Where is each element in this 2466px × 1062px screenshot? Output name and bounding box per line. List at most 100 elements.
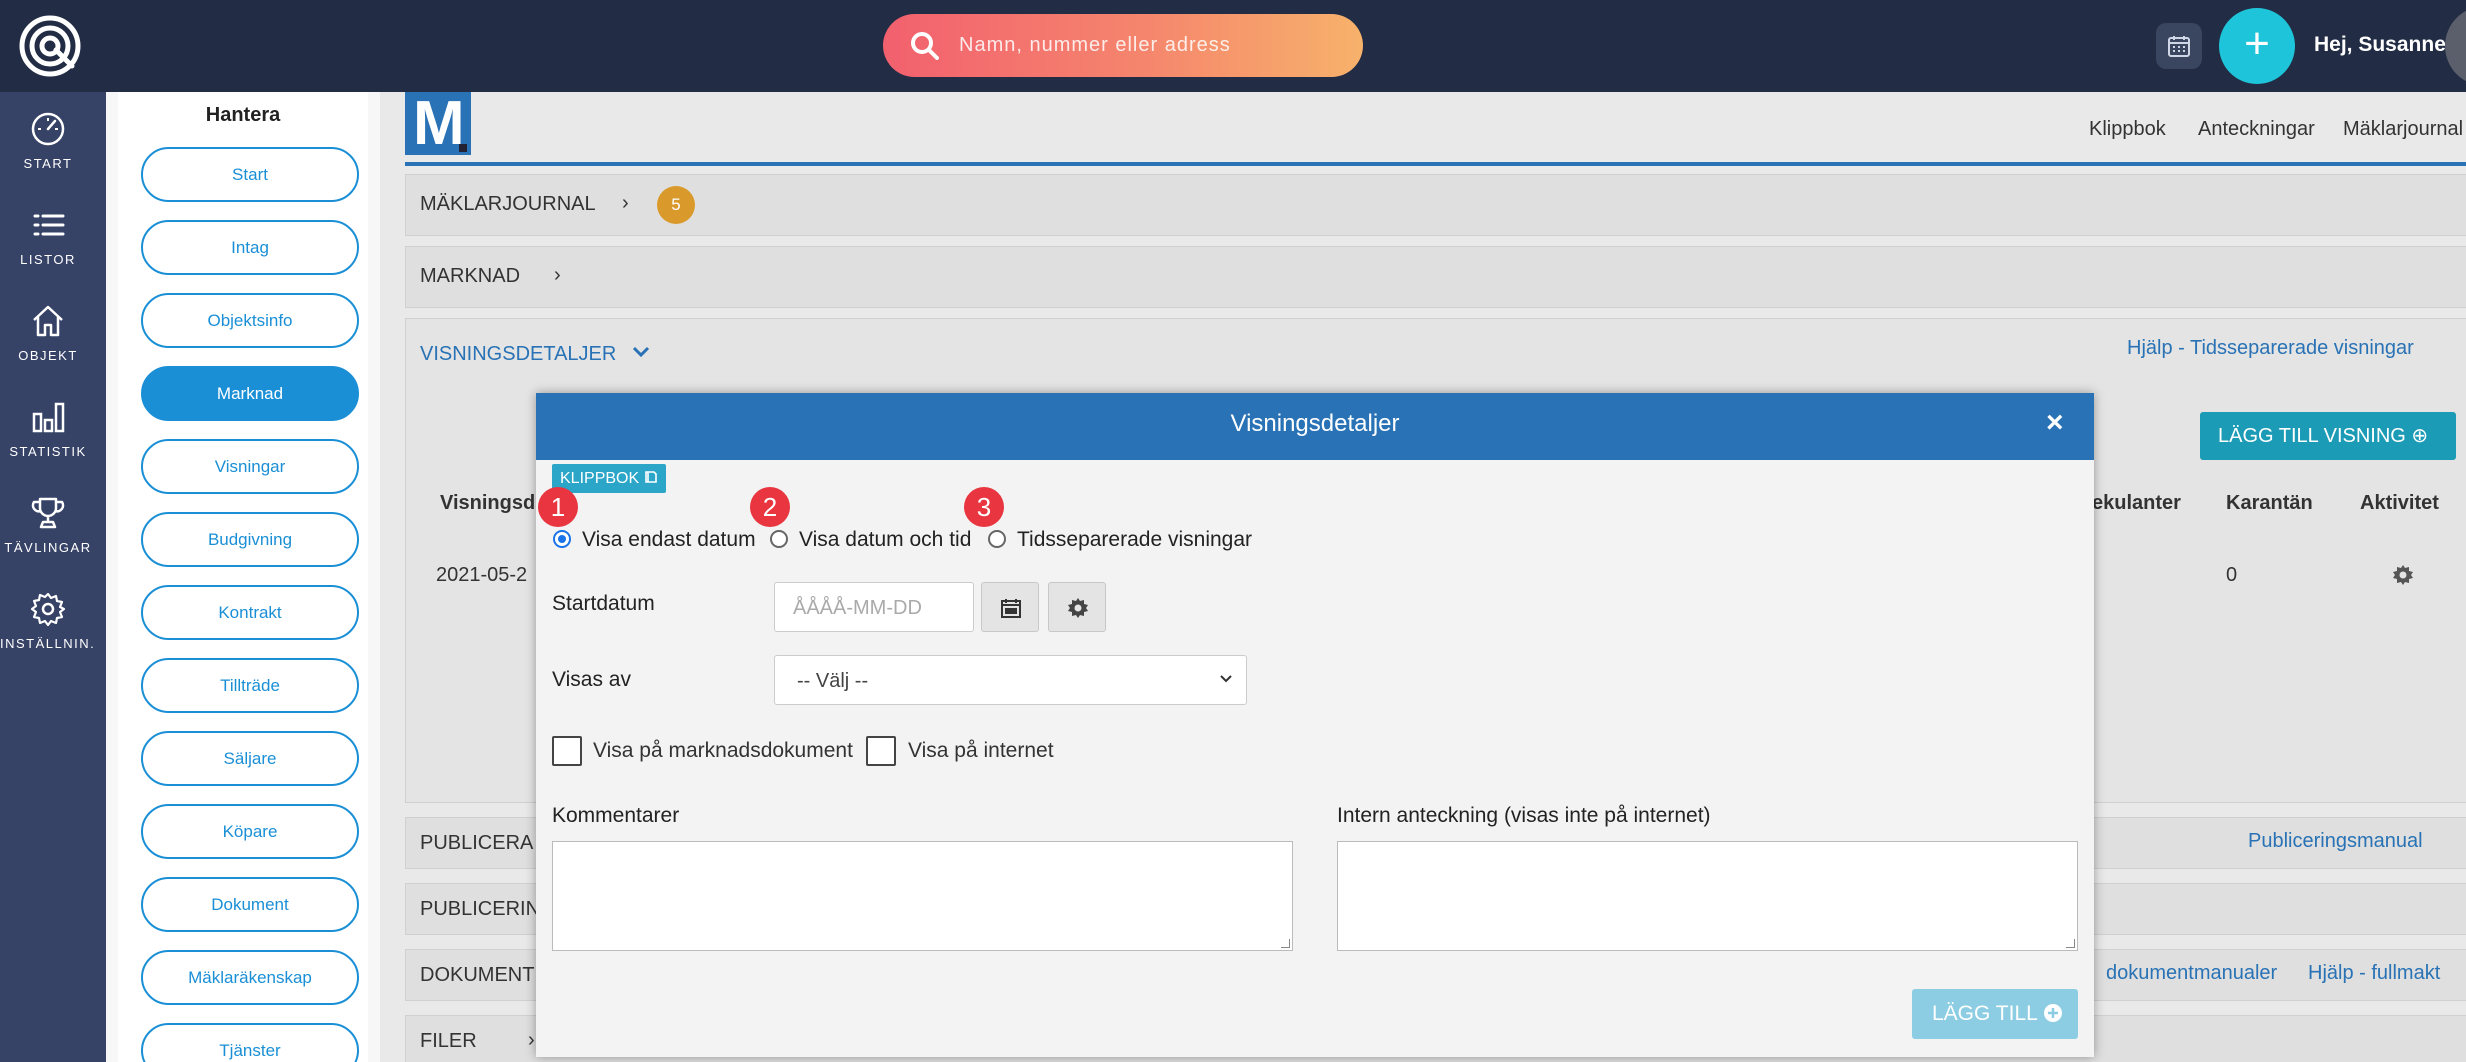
hantera-title: Hantera	[205, 104, 281, 126]
add-visning-label: LÄGG TILL VISNING	[2218, 425, 2406, 447]
add-button[interactable]: +	[2219, 8, 2295, 84]
startdatum-label: Startdatum	[552, 592, 655, 615]
table-header-aktivitet: Aktivitet	[2360, 492, 2439, 514]
klippbok-button[interactable]: KLIPPBOK	[552, 464, 666, 493]
hantera-list: Hantera Start Intag Objektsinfo Marknad …	[118, 92, 368, 1062]
bar-chart-icon	[32, 402, 65, 433]
hantera-intag-button[interactable]: Intag	[141, 220, 359, 275]
hjalp-fullmakt-link[interactable]: Hjälp - fullmakt	[2308, 962, 2440, 985]
nav-item-tavlingar[interactable]: TÄVLINGAR	[0, 494, 96, 584]
startdatum-input[interactable]: ÅÅÅÅ-MM-DD	[774, 582, 974, 632]
table-header-karantan: Karantän	[2226, 492, 2313, 514]
home-icon	[33, 305, 63, 337]
date-settings-button[interactable]	[1048, 582, 1106, 632]
maklarjournal-link[interactable]: Mäklarjournal	[2343, 118, 2463, 141]
hantera-tjanster-button[interactable]: Tjänster	[141, 1023, 359, 1062]
modal-title: Visningsdetaljer	[1230, 410, 1400, 437]
dokumentmanualer-link[interactable]: dokumentmanualer	[2106, 962, 2277, 985]
search-input[interactable]: Namn, nummer eller adress	[883, 14, 1363, 77]
visas-av-label: Visas av	[552, 668, 631, 691]
book-icon	[644, 471, 657, 483]
nav-item-objekt[interactable]: OBJEKT	[0, 302, 96, 392]
hantera-tilltrade-button[interactable]: Tillträde	[141, 658, 359, 713]
startdatum-placeholder: ÅÅÅÅ-MM-DD	[793, 597, 922, 619]
section-marknad[interactable]: MARKNAD ›	[405, 246, 2466, 308]
lagg-till-button[interactable]: LÄGG TILL	[1912, 989, 2078, 1039]
list-icon	[33, 214, 65, 236]
kommentarer-label: Kommentarer	[552, 804, 680, 827]
hantera-kontrakt-button[interactable]: Kontrakt	[141, 585, 359, 640]
nav-label: INSTÄLLNIN...	[0, 636, 96, 651]
gear-icon	[1068, 598, 1088, 618]
publiceringsmanual-link[interactable]: Publiceringsmanual	[2248, 830, 2423, 853]
plus-circle-icon	[2043, 1004, 2062, 1022]
radio-visa-endast-datum[interactable]	[553, 530, 571, 548]
hantera-start-button[interactable]: Start	[141, 147, 359, 202]
hantera-budgivning-button[interactable]: Budgivning	[141, 512, 359, 567]
hantera-objektsinfo-button[interactable]: Objektsinfo	[141, 293, 359, 348]
klippbok-link[interactable]: Klippbok	[2089, 118, 2166, 141]
radio-tidsseparerade-visningar[interactable]	[988, 530, 1006, 548]
radio-label-visa-endast-datum[interactable]: Visa endast datum	[582, 528, 756, 552]
checkbox-internet[interactable]	[866, 736, 896, 766]
avatar[interactable]	[2445, 6, 2466, 86]
calendar-picker-button[interactable]	[981, 582, 1039, 632]
intern-anteckning-label: Intern anteckning (visas inte på interne…	[1337, 804, 1711, 827]
hantera-marknad-button[interactable]: Marknad	[141, 366, 359, 421]
checkbox-label-internet[interactable]: Visa på internet	[908, 739, 1054, 763]
hantera-dokument-button[interactable]: Dokument	[141, 877, 359, 932]
calendar-icon	[1001, 599, 1021, 618]
close-icon[interactable]: ×	[2046, 406, 2064, 440]
help-link-tidsseparerade[interactable]: Hjälp - Tidsseparerade visningar	[2127, 337, 2414, 360]
anteckningar-link[interactable]: Anteckningar	[2198, 118, 2315, 141]
section-title: DOKUMENT	[420, 964, 535, 986]
section-title: FILER	[420, 1030, 477, 1052]
visas-av-value: -- Välj --	[797, 670, 869, 692]
top-bar: Namn, nummer eller adress + Hej, Susanne…	[0, 0, 2466, 92]
table-cell-date: 2021-05-2	[436, 564, 528, 586]
intern-anteckning-textarea[interactable]	[1337, 841, 2078, 951]
radio-visa-datum-och-tid[interactable]	[770, 530, 788, 548]
checkbox-label-marknadsdokument[interactable]: Visa på marknadsdokument	[593, 739, 853, 763]
table-header-visningsdatum: Visningsd	[440, 492, 536, 514]
nav-label: STATISTIK	[9, 444, 87, 459]
brand-logo-letter: M	[413, 89, 465, 158]
nav-item-statistik[interactable]: STATISTIK	[0, 398, 96, 488]
table-cell-karantan: 0	[2226, 564, 2238, 586]
search-icon	[911, 32, 939, 60]
kommentarer-textarea[interactable]	[552, 841, 1293, 951]
chevron-right-icon: ›	[622, 192, 629, 214]
hantera-visningar-button[interactable]: Visningar	[141, 439, 359, 494]
section-maklarjournal[interactable]: MÄKLARJOURNAL › 5	[405, 174, 2466, 236]
add-visning-button[interactable]: LÄGG TILL VISNING ⊕	[2200, 412, 2456, 460]
header-divider	[405, 162, 2466, 166]
brand-logo: M	[405, 89, 471, 158]
step-badge-3: 3	[964, 487, 1004, 527]
chevron-down-icon	[1220, 675, 1232, 683]
radio-label-visa-datum-och-tid[interactable]: Visa datum och tid	[799, 528, 971, 552]
logo-icon	[19, 15, 81, 77]
nav-label: OBJEKT	[18, 348, 78, 363]
visas-av-select[interactable]: -- Välj --	[774, 655, 1247, 705]
radio-label-tidsseparerade-visningar[interactable]: Tidsseparerade visningar	[1017, 528, 1252, 552]
checkbox-marknadsdokument[interactable]	[552, 736, 582, 766]
nav-item-start[interactable]: START	[0, 110, 96, 200]
nav-item-listor[interactable]: LISTOR	[0, 206, 96, 296]
section-title: MÄKLARJOURNAL	[420, 193, 596, 215]
section-title: PUBLICERA	[420, 832, 534, 854]
nav-item-installningar[interactable]: INSTÄLLNIN...	[0, 590, 96, 680]
calendar-icon	[2168, 36, 2190, 57]
calendar-button[interactable]	[2156, 23, 2202, 69]
chevron-down-icon[interactable]	[632, 345, 650, 359]
section-title: MARKNAD	[420, 265, 521, 287]
section-title[interactable]: VISNINGSDETALJER	[420, 343, 616, 366]
nav-label: START	[23, 156, 73, 171]
hantera-maklarakenskap-button[interactable]: Mäklaräkenskap	[141, 950, 359, 1005]
app-logo[interactable]	[18, 14, 82, 78]
left-nav: START LISTOR OBJEKT STATISTIK TÄVLINGAR …	[0, 92, 106, 1062]
nav-label: TÄVLINGAR	[4, 540, 92, 555]
hantera-saljare-button[interactable]: Säljare	[141, 731, 359, 786]
hantera-kopare-button[interactable]: Köpare	[141, 804, 359, 859]
row-gear-icon[interactable]	[2392, 564, 2414, 586]
klippbok-label: KLIPPBOK	[560, 470, 640, 487]
